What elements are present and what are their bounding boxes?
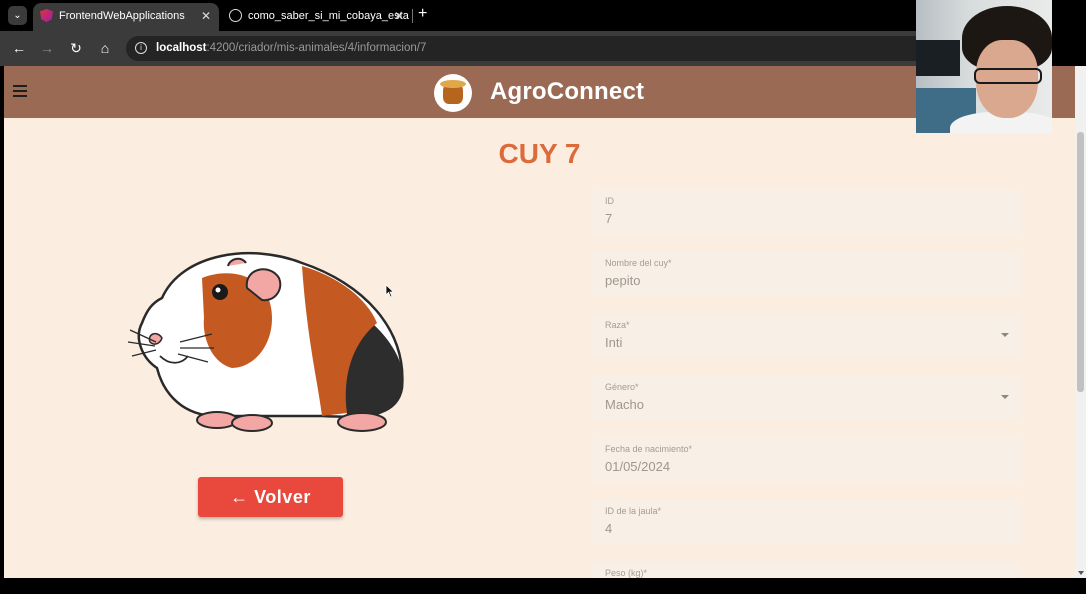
field-label: Fecha de nacimiento* (605, 444, 693, 454)
field-label: ID (605, 196, 614, 206)
field-value: Macho (605, 397, 645, 412)
cage-id-field[interactable]: ID de la jaula* 4 (592, 500, 1021, 544)
field-value: 7 (605, 211, 613, 226)
dropdown-arrow-icon[interactable] (1001, 333, 1009, 337)
tab-separator (412, 9, 413, 23)
guinea-pig-illustration (127, 252, 404, 432)
browser-toolbar: ← → ↻ ⌂ i localhost:4200/criador/mis-ani… (0, 31, 916, 66)
field-value: Inti (605, 335, 623, 350)
field-label: Raza* (605, 320, 630, 330)
home-icon[interactable]: ⌂ (96, 39, 114, 57)
page-title: CUY 7 (498, 138, 581, 169)
address-bar[interactable]: i localhost:4200/criador/mis-animales/4/… (126, 36, 916, 61)
field-label: Peso (kg)* (605, 568, 648, 578)
scrollbar-thumb[interactable] (1077, 132, 1084, 392)
app-title: AgroConnect (490, 78, 645, 105)
new-tab-button[interactable]: + (418, 5, 427, 23)
birthdate-field[interactable]: Fecha de nacimiento* 01/05/2024 (592, 438, 1021, 482)
tab-cobaya[interactable]: como_saber_si_mi_cobaya_esta ✕ (222, 3, 412, 31)
weight-field[interactable]: Peso (kg)* (592, 562, 1021, 578)
name-field[interactable]: Nombre del cuy* pepito (592, 252, 1021, 296)
close-tab-icon[interactable]: ✕ (201, 3, 211, 29)
back-arrow-icon[interactable]: ← (10, 39, 28, 57)
webcam-overlay (916, 0, 1052, 133)
site-info-icon[interactable]: i (135, 42, 147, 54)
field-label: Nombre del cuy* (605, 258, 672, 268)
angular-icon (40, 9, 53, 22)
scroll-down-icon[interactable] (1078, 571, 1084, 575)
tab-title: como_saber_si_mi_cobaya_esta (248, 10, 409, 22)
gender-select[interactable]: Género* Macho (592, 376, 1021, 420)
id-field[interactable]: ID 7 (592, 190, 1021, 234)
app-page: AgroConnect CUY 7 ← Volver ID 7 Nombre d… (4, 66, 1075, 578)
field-value: pepito (605, 273, 641, 288)
globe-icon (229, 9, 242, 22)
reload-icon[interactable]: ↻ (67, 39, 85, 57)
dropdown-arrow-icon[interactable] (1001, 395, 1009, 399)
menu-icon[interactable] (13, 85, 27, 97)
field-value: 4 (605, 521, 613, 536)
app-logo (434, 74, 472, 112)
browser-tab-bar: ⌄ FrontendWebApplications ✕ como_saber_s… (0, 0, 916, 31)
back-button[interactable]: ← Volver (198, 477, 343, 517)
breed-select[interactable]: Raza* Inti (592, 314, 1021, 358)
field-label: Género* (605, 382, 639, 392)
close-tab-icon[interactable]: ✕ (394, 3, 404, 29)
mouse-cursor-icon (385, 284, 395, 298)
app-bar: AgroConnect (4, 66, 1075, 118)
forward-arrow-icon[interactable]: → (38, 39, 56, 57)
tab-frontend[interactable]: FrontendWebApplications ✕ (33, 3, 219, 31)
screen: ⌄ FrontendWebApplications ✕ como_saber_s… (0, 0, 1086, 594)
url-text[interactable]: localhost:4200/criador/mis-animales/4/in… (156, 42, 426, 54)
page-scrollbar[interactable] (1075, 66, 1086, 578)
field-label: ID de la jaula* (605, 506, 662, 516)
tab-title: FrontendWebApplications (59, 10, 185, 22)
tab-search-button[interactable]: ⌄ (8, 6, 27, 25)
field-value: 01/05/2024 (605, 459, 671, 474)
